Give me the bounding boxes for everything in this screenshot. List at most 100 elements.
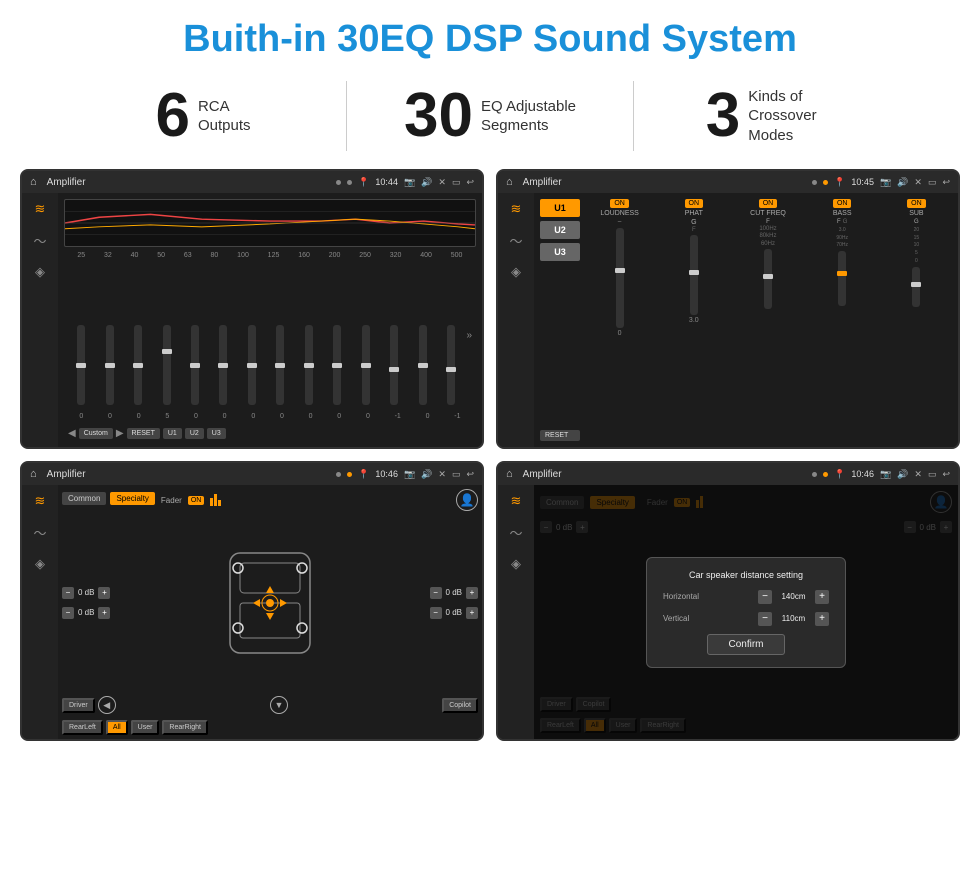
eq-slider-track-5[interactable] <box>191 325 199 405</box>
eq-sidebar-icon-2[interactable]: ≋ <box>511 201 522 217</box>
eq-slider-thumb-12[interactable] <box>389 367 399 372</box>
prev-icon[interactable]: ◀ <box>68 428 76 439</box>
eq-slider-track-11[interactable] <box>362 325 370 405</box>
speaker-sidebar-icon[interactable]: ◈ <box>35 264 45 280</box>
specialty-tab[interactable]: Specialty <box>110 492 154 505</box>
eq-sidebar-icon-3[interactable]: ≋ <box>35 493 46 509</box>
eq-slider-track-3[interactable] <box>134 325 142 405</box>
eq-slider-track-6[interactable] <box>219 325 227 405</box>
copilot-btn[interactable]: Copilot <box>442 698 478 713</box>
horizontal-plus-btn[interactable]: + <box>815 590 829 604</box>
eq-slider-track-10[interactable] <box>333 325 341 405</box>
eq-slider-track-2[interactable] <box>106 325 114 405</box>
chevron-down-circle[interactable]: ▼ <box>270 696 288 714</box>
horizontal-minus-btn[interactable]: − <box>758 590 772 604</box>
eq-slider-track-4[interactable] <box>163 325 171 405</box>
custom-btn[interactable]: Custom <box>79 428 113 439</box>
eq-slider-thumb-8[interactable] <box>275 363 285 368</box>
eq-slider-track-8[interactable] <box>276 325 284 405</box>
eq-slider-thumb-13[interactable] <box>418 363 428 368</box>
u3-btn[interactable]: U3 <box>207 428 226 439</box>
eq-slider-track-12[interactable] <box>390 325 398 405</box>
eq-slider-thumb-14[interactable] <box>446 367 456 372</box>
db-minus-2[interactable]: − <box>62 607 74 619</box>
wave-sidebar-icon-4[interactable]: 〜 <box>509 523 522 542</box>
speaker-sidebar-icon-3[interactable]: ◈ <box>35 556 45 572</box>
wave-sidebar-icon-2[interactable]: 〜 <box>509 231 522 250</box>
chevron-left-circle[interactable]: ◀ <box>98 696 116 714</box>
u1-crossover-btn[interactable]: U1 <box>540 199 580 217</box>
wave-sidebar-icon[interactable]: 〜 <box>33 231 46 250</box>
db-minus-1[interactable]: − <box>62 587 74 599</box>
home-icon-2[interactable]: ⌂ <box>506 176 513 188</box>
eq-sidebar-icon[interactable]: ≋ <box>35 201 46 217</box>
u2-crossover-btn[interactable]: U2 <box>540 221 580 239</box>
bass-slider[interactable] <box>838 251 846 306</box>
loudness-on-btn[interactable]: ON <box>610 199 629 208</box>
back-icon-1[interactable]: ↩ <box>466 177 474 188</box>
reset-btn-1[interactable]: RESET <box>127 428 160 439</box>
vertical-minus-btn[interactable]: − <box>758 612 772 626</box>
eq-slider-thumb-6[interactable] <box>218 363 228 368</box>
wave-sidebar-icon-3[interactable]: 〜 <box>33 523 46 542</box>
next-icon[interactable]: ▶ <box>116 428 124 439</box>
fader-on-badge[interactable]: ON <box>188 496 205 505</box>
eq-slider-thumb-1[interactable] <box>76 363 86 368</box>
all-btn[interactable]: All <box>106 720 128 735</box>
u3-crossover-btn[interactable]: U3 <box>540 243 580 261</box>
eq-sidebar-icon-4[interactable]: ≋ <box>511 493 522 509</box>
cutfreq-on-btn[interactable]: ON <box>759 199 778 208</box>
sub-slider[interactable] <box>912 267 920 307</box>
u1-btn[interactable]: U1 <box>163 428 182 439</box>
loudness-slider[interactable] <box>616 228 624 328</box>
eq-slider-thumb-3[interactable] <box>133 363 143 368</box>
eq-slider-track-14[interactable] <box>447 325 455 405</box>
loudness-thumb[interactable] <box>615 268 625 273</box>
cutfreq-thumb[interactable] <box>763 274 773 279</box>
eq-slider-thumb-11[interactable] <box>361 363 371 368</box>
eq-slider-thumb-10[interactable] <box>332 363 342 368</box>
person-icon[interactable]: 👤 <box>456 489 478 511</box>
home-icon-4[interactable]: ⌂ <box>506 468 513 480</box>
cutfreq-slider[interactable] <box>764 249 772 309</box>
eq-slider-thumb-5[interactable] <box>190 363 200 368</box>
reset-btn-2[interactable]: RESET <box>540 430 580 441</box>
rearright-btn[interactable]: RearRight <box>162 720 208 735</box>
back-icon-3[interactable]: ↩ <box>466 469 474 480</box>
speaker-sidebar-icon-2[interactable]: ◈ <box>511 264 521 280</box>
phat-on-btn[interactable]: ON <box>685 199 704 208</box>
sub-on-btn[interactable]: ON <box>907 199 926 208</box>
eq-slider-thumb-7[interactable] <box>247 363 257 368</box>
db-minus-3[interactable]: − <box>430 587 442 599</box>
db-plus-4[interactable]: + <box>466 607 478 619</box>
eq-slider-thumb-9[interactable] <box>304 363 314 368</box>
confirm-button[interactable]: Confirm <box>707 634 784 655</box>
sub-thumb[interactable] <box>911 282 921 287</box>
db-plus-2[interactable]: + <box>98 607 110 619</box>
back-icon-2[interactable]: ↩ <box>942 177 950 188</box>
phat-slider[interactable] <box>690 235 698 315</box>
eq-slider-track-1[interactable] <box>77 325 85 405</box>
eq-slider-thumb-2[interactable] <box>105 363 115 368</box>
eq-slider-thumb-4[interactable] <box>162 349 172 354</box>
bass-on-btn[interactable]: ON <box>833 199 852 208</box>
eq-slider-track-13[interactable] <box>419 325 427 405</box>
eq-slider-track-9[interactable] <box>305 325 313 405</box>
back-icon-4[interactable]: ↩ <box>942 469 950 480</box>
chevron-right-icon[interactable]: » <box>466 330 472 341</box>
u2-btn[interactable]: U2 <box>185 428 204 439</box>
user-btn[interactable]: User <box>131 720 160 735</box>
driver-btn[interactable]: Driver <box>62 698 95 713</box>
eq-slider-track-7[interactable] <box>248 325 256 405</box>
vertical-plus-btn[interactable]: + <box>815 612 829 626</box>
rearleft-btn[interactable]: RearLeft <box>62 720 103 735</box>
bass-thumb[interactable] <box>837 271 847 276</box>
phat-thumb[interactable] <box>689 270 699 275</box>
home-icon-3[interactable]: ⌂ <box>30 468 37 480</box>
common-tab[interactable]: Common <box>62 492 106 505</box>
db-plus-3[interactable]: + <box>466 587 478 599</box>
speaker-sidebar-icon-4[interactable]: ◈ <box>511 556 521 572</box>
home-icon[interactable]: ⌂ <box>30 176 37 188</box>
db-plus-1[interactable]: + <box>98 587 110 599</box>
db-minus-4[interactable]: − <box>430 607 442 619</box>
